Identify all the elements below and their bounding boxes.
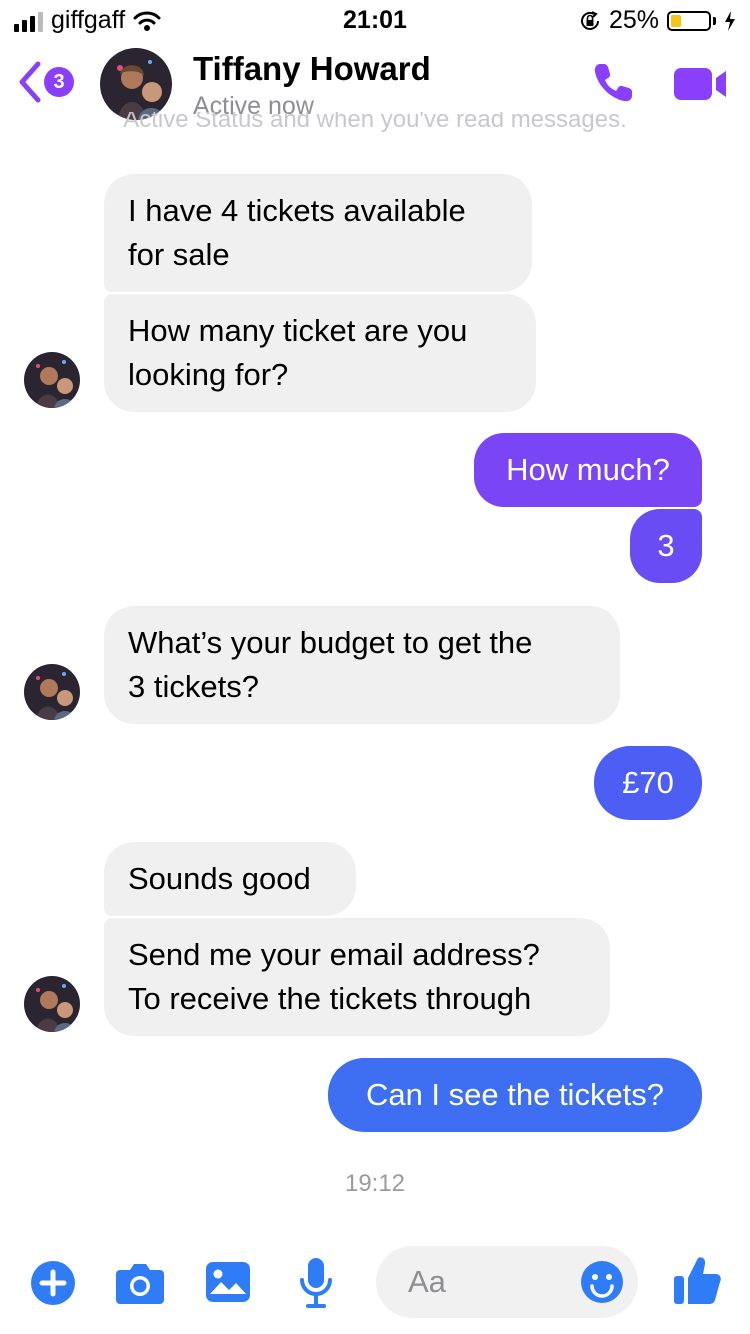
message-line: How many ticket are you xyxy=(128,313,468,348)
message-line: Send me your email address? xyxy=(128,937,540,972)
back-button[interactable]: 3 xyxy=(16,60,74,104)
sender-avatar[interactable] xyxy=(24,352,80,408)
incoming-message[interactable]: How many ticket are you looking for? xyxy=(104,294,536,412)
message-line: To receive the tickets through xyxy=(128,981,532,1016)
outgoing-message[interactable]: £70 xyxy=(594,746,702,820)
message-timestamp: 19:12 xyxy=(344,1170,406,1197)
microphone-icon xyxy=(300,1258,332,1308)
video-camera-icon xyxy=(674,68,726,100)
status-right: 25% xyxy=(579,6,736,35)
message-line: I have 4 tickets available xyxy=(128,193,466,228)
thumbs-up-icon xyxy=(674,1257,721,1304)
charging-bolt-icon xyxy=(725,10,735,31)
phone-icon xyxy=(594,64,632,102)
battery-percent: 25% xyxy=(608,6,659,34)
call-button[interactable] xyxy=(588,58,638,108)
battery-tip xyxy=(713,16,716,25)
unread-badge: 3 xyxy=(44,67,74,97)
message-input[interactable]: Aa xyxy=(376,1246,638,1318)
incoming-message[interactable]: Send me your email address? To receive t… xyxy=(104,918,610,1036)
image-icon xyxy=(206,1262,250,1302)
emoji-button[interactable] xyxy=(580,1260,624,1309)
message-line: What’s your budget to get the xyxy=(128,625,533,660)
outgoing-message[interactable]: Can I see the tickets? xyxy=(328,1058,702,1132)
battery-icon xyxy=(667,10,711,31)
emoji-icon xyxy=(581,1261,623,1303)
contact-name: Tiffany Howard xyxy=(193,50,431,87)
message-line: looking for? xyxy=(128,357,289,392)
camera-icon xyxy=(116,1264,164,1304)
gallery-button[interactable] xyxy=(204,1260,252,1309)
incoming-message[interactable]: I have 4 tickets available for sale xyxy=(104,174,532,292)
incoming-message[interactable]: Sounds good xyxy=(104,842,356,916)
contact-avatar[interactable] xyxy=(100,48,172,120)
sender-avatar[interactable] xyxy=(24,664,80,720)
incoming-message[interactable]: What’s your budget to get the 3 tickets? xyxy=(104,606,620,724)
plus-icon xyxy=(31,1261,75,1305)
message-input-placeholder: Aa xyxy=(408,1264,446,1299)
status-bar: giffgaff 21:01 25% xyxy=(0,0,750,40)
like-button[interactable] xyxy=(672,1254,722,1311)
outgoing-message[interactable]: How much? xyxy=(474,433,702,507)
back-chevron-icon xyxy=(19,61,41,103)
message-line: 3 tickets? xyxy=(128,669,259,704)
more-actions-button[interactable] xyxy=(30,1260,76,1311)
rotation-lock-icon xyxy=(580,10,599,30)
voice-message-button[interactable] xyxy=(298,1256,334,1315)
video-call-button[interactable] xyxy=(672,64,728,104)
composer-bar: Aa xyxy=(0,1230,750,1334)
message-line: for sale xyxy=(128,237,230,272)
camera-button[interactable] xyxy=(114,1260,166,1311)
truncated-banner-text: Active Status and when you've read messa… xyxy=(123,112,627,132)
sender-avatar[interactable] xyxy=(24,976,80,1032)
outgoing-message[interactable]: 3 xyxy=(630,509,702,583)
